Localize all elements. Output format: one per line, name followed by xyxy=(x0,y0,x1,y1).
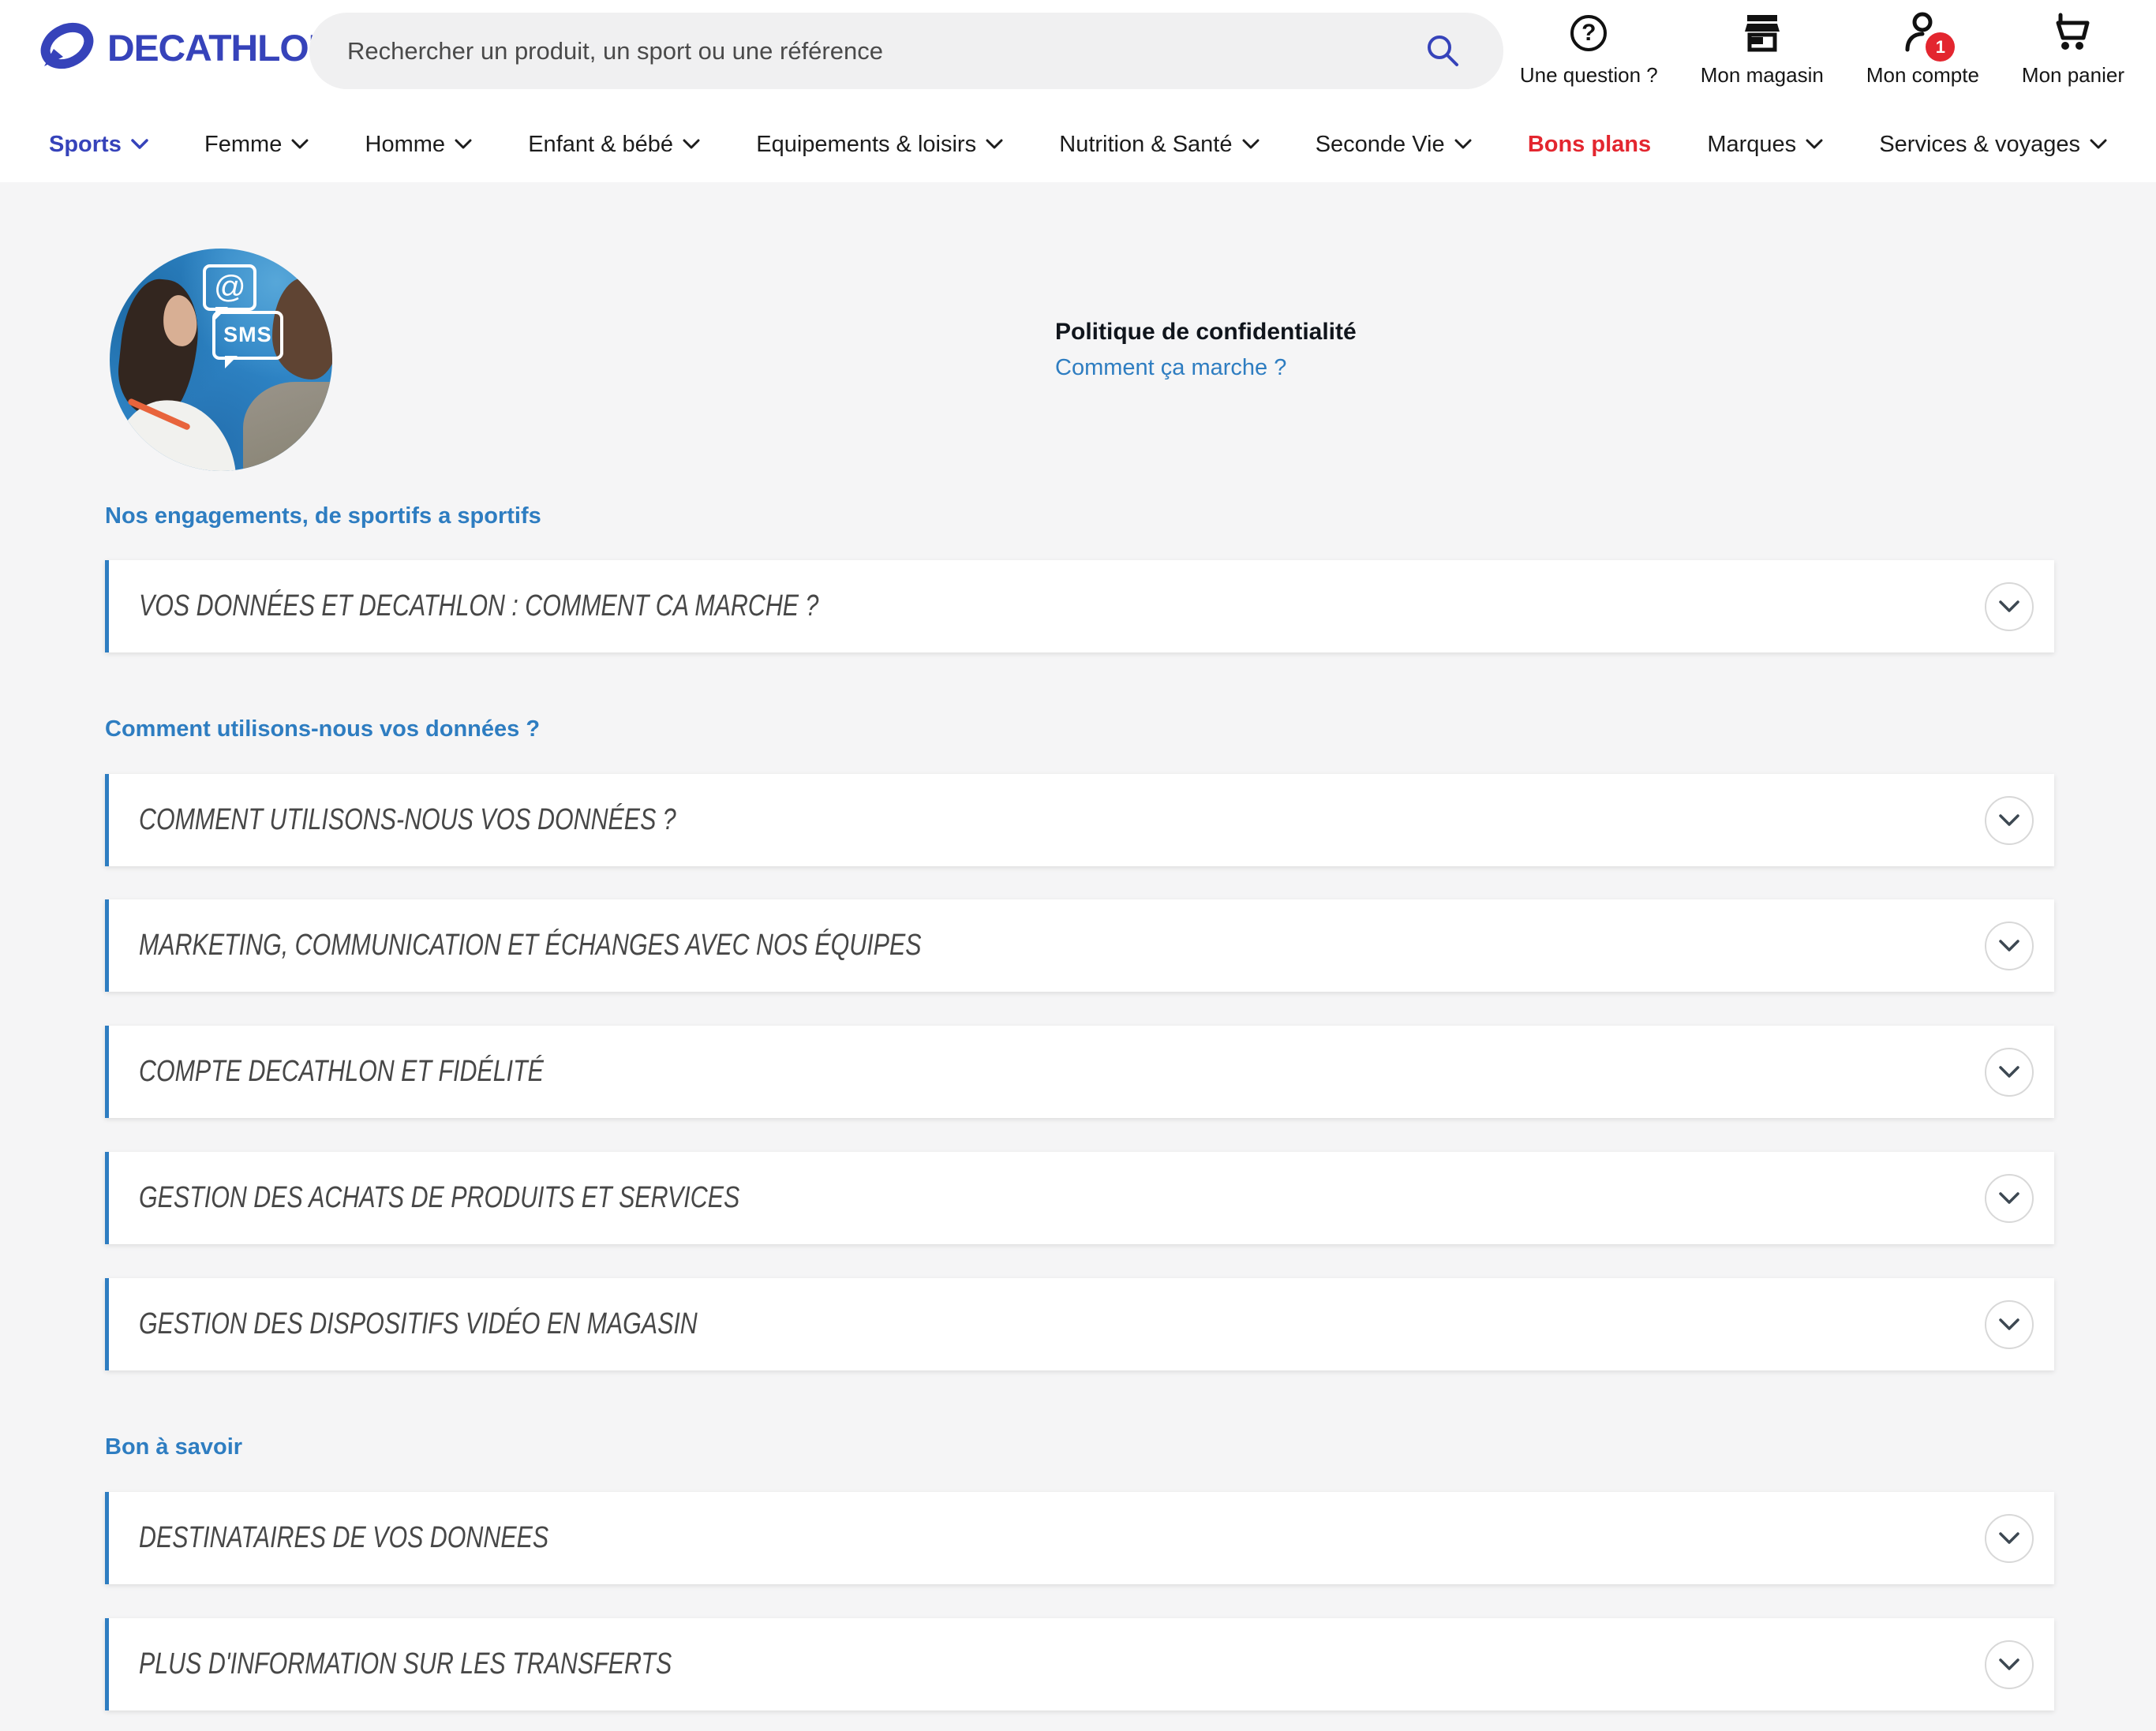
expand-button[interactable] xyxy=(1985,1173,2034,1223)
chevron-down-icon xyxy=(291,139,309,149)
action-mon-compte[interactable]: 1 Mon compte xyxy=(1866,11,1979,88)
sms-bubble-icon: SMS xyxy=(211,310,283,369)
action-mon-magasin[interactable]: Mon magasin xyxy=(1701,11,1824,88)
main-nav: Sports Femme Homme Enfant & bébé Equipem… xyxy=(0,107,2156,182)
nav-item-enfant-bebe[interactable]: Enfant & bébé xyxy=(528,132,700,158)
search-input[interactable] xyxy=(309,36,1503,65)
expand-button[interactable] xyxy=(1985,1639,2034,1689)
logo-wordmark: DECATHLON xyxy=(107,27,335,69)
chevron-down-icon xyxy=(2090,139,2107,149)
store-icon xyxy=(1743,11,1781,55)
chevron-down-icon xyxy=(1999,940,2019,951)
page: DECATHLON ? Une question ? xyxy=(0,0,2156,1731)
account-badge: 1 xyxy=(1926,32,1956,62)
nav-item-homme[interactable]: Homme xyxy=(365,132,473,158)
expand-button[interactable] xyxy=(1985,1047,2034,1097)
chevron-down-icon xyxy=(131,139,148,149)
action-label: Mon panier xyxy=(2021,63,2124,87)
chevron-down-icon xyxy=(1242,139,1259,149)
chevron-down-icon xyxy=(1999,814,2019,826)
expand-button[interactable] xyxy=(1985,1299,2034,1349)
comment-ca-marche-link[interactable]: Comment ça marche ? xyxy=(1055,355,1357,381)
nav-item-femme[interactable]: Femme xyxy=(204,132,309,158)
nav-item-services-voyages[interactable]: Services & voyages xyxy=(1879,132,2107,158)
decathlon-swoosh-icon xyxy=(36,21,96,75)
accordion-transferts[interactable]: PLUS D'INFORMATION SUR LES TRANSFERTS xyxy=(105,1618,2054,1710)
decathlon-logo[interactable]: DECATHLON xyxy=(36,21,335,75)
page-title: Politique de confidentialité xyxy=(1055,319,1357,345)
chevron-down-icon xyxy=(1999,1192,2019,1204)
section-heading-bon-a-savoir: Bon à savoir xyxy=(105,1434,243,1460)
action-label: Mon compte xyxy=(1866,63,1979,87)
nav-item-nutrition-sante[interactable]: Nutrition & Santé xyxy=(1059,132,1259,158)
email-bubble-icon: @ xyxy=(203,264,257,320)
expand-button[interactable] xyxy=(1985,581,2034,631)
nav-item-sports[interactable]: Sports xyxy=(49,132,148,158)
accordion-compte-fidelite[interactable]: COMPTE DECATHLON ET FIDÉLITÉ xyxy=(105,1026,2054,1118)
accordion-destinataires-donnees[interactable]: DESTINATAIRES DE VOS DONNEES xyxy=(105,1492,2054,1584)
action-une-question[interactable]: ? Une question ? xyxy=(1520,11,1658,88)
chevron-down-icon xyxy=(1454,139,1472,149)
accordion-marketing-communication[interactable]: MARKETING, COMMUNICATION ET ÉCHANGES AVE… xyxy=(105,899,2054,992)
section-heading-utilisation-donnees: Comment utilisons-nous vos données ? xyxy=(105,716,541,742)
accordion-dispositifs-video[interactable]: GESTION DES DISPOSITIFS VIDÉO EN MAGASIN xyxy=(105,1278,2054,1370)
nav-item-bons-plans[interactable]: Bons plans xyxy=(1528,132,1651,158)
account-icon: 1 xyxy=(1903,11,1956,62)
chevron-down-icon xyxy=(1999,1658,2019,1670)
nav-item-equipements-loisirs[interactable]: Equipements & loisirs xyxy=(756,132,1003,158)
nav-item-marques[interactable]: Marques xyxy=(1707,132,1823,158)
chevron-down-icon xyxy=(1999,600,2019,612)
question-icon: ? xyxy=(1570,11,1608,55)
nav-item-seconde-vie[interactable]: Seconde Vie xyxy=(1316,132,1472,158)
section-heading-engagements: Nos engagements, de sportifs a sportifs xyxy=(105,503,541,529)
chevron-down-icon xyxy=(986,139,1003,149)
chevron-down-icon xyxy=(455,139,472,149)
header-actions: ? Une question ? Mon magasin 1 Mon compt… xyxy=(1477,11,2124,88)
search-icon[interactable] xyxy=(1424,32,1461,69)
expand-button[interactable] xyxy=(1985,921,2034,970)
chevron-down-icon xyxy=(1999,1532,2019,1544)
accordion-vos-donnees-comment-ca-marche[interactable]: VOS DONNÉES ET DECATHLON : COMMENT CA MA… xyxy=(105,560,2054,652)
accordion-comment-utilisons-nous[interactable]: COMMENT UTILISONS-NOUS VOS DONNÉES ? xyxy=(105,774,2054,866)
privacy-hero-image: @ SMS xyxy=(110,249,332,471)
accordion-gestion-achats[interactable]: GESTION DES ACHATS DE PRODUITS ET SERVIC… xyxy=(105,1152,2054,1244)
search-bar xyxy=(309,13,1503,89)
cart-icon xyxy=(2053,11,2093,55)
chevron-down-icon xyxy=(1999,1066,2019,1078)
chevron-down-icon xyxy=(1806,139,1823,149)
chevron-down-icon xyxy=(683,139,700,149)
action-mon-panier[interactable]: Mon panier xyxy=(2022,11,2124,88)
chevron-down-icon xyxy=(1999,1318,2019,1330)
expand-button[interactable] xyxy=(1985,1513,2034,1563)
expand-button[interactable] xyxy=(1985,795,2034,845)
hero-woman-silhouette xyxy=(114,275,204,421)
action-label: Mon magasin xyxy=(1700,63,1824,87)
action-label: Une question ? xyxy=(1519,63,1658,87)
hero-text: Politique de confidentialité Comment ça … xyxy=(1055,319,1357,381)
